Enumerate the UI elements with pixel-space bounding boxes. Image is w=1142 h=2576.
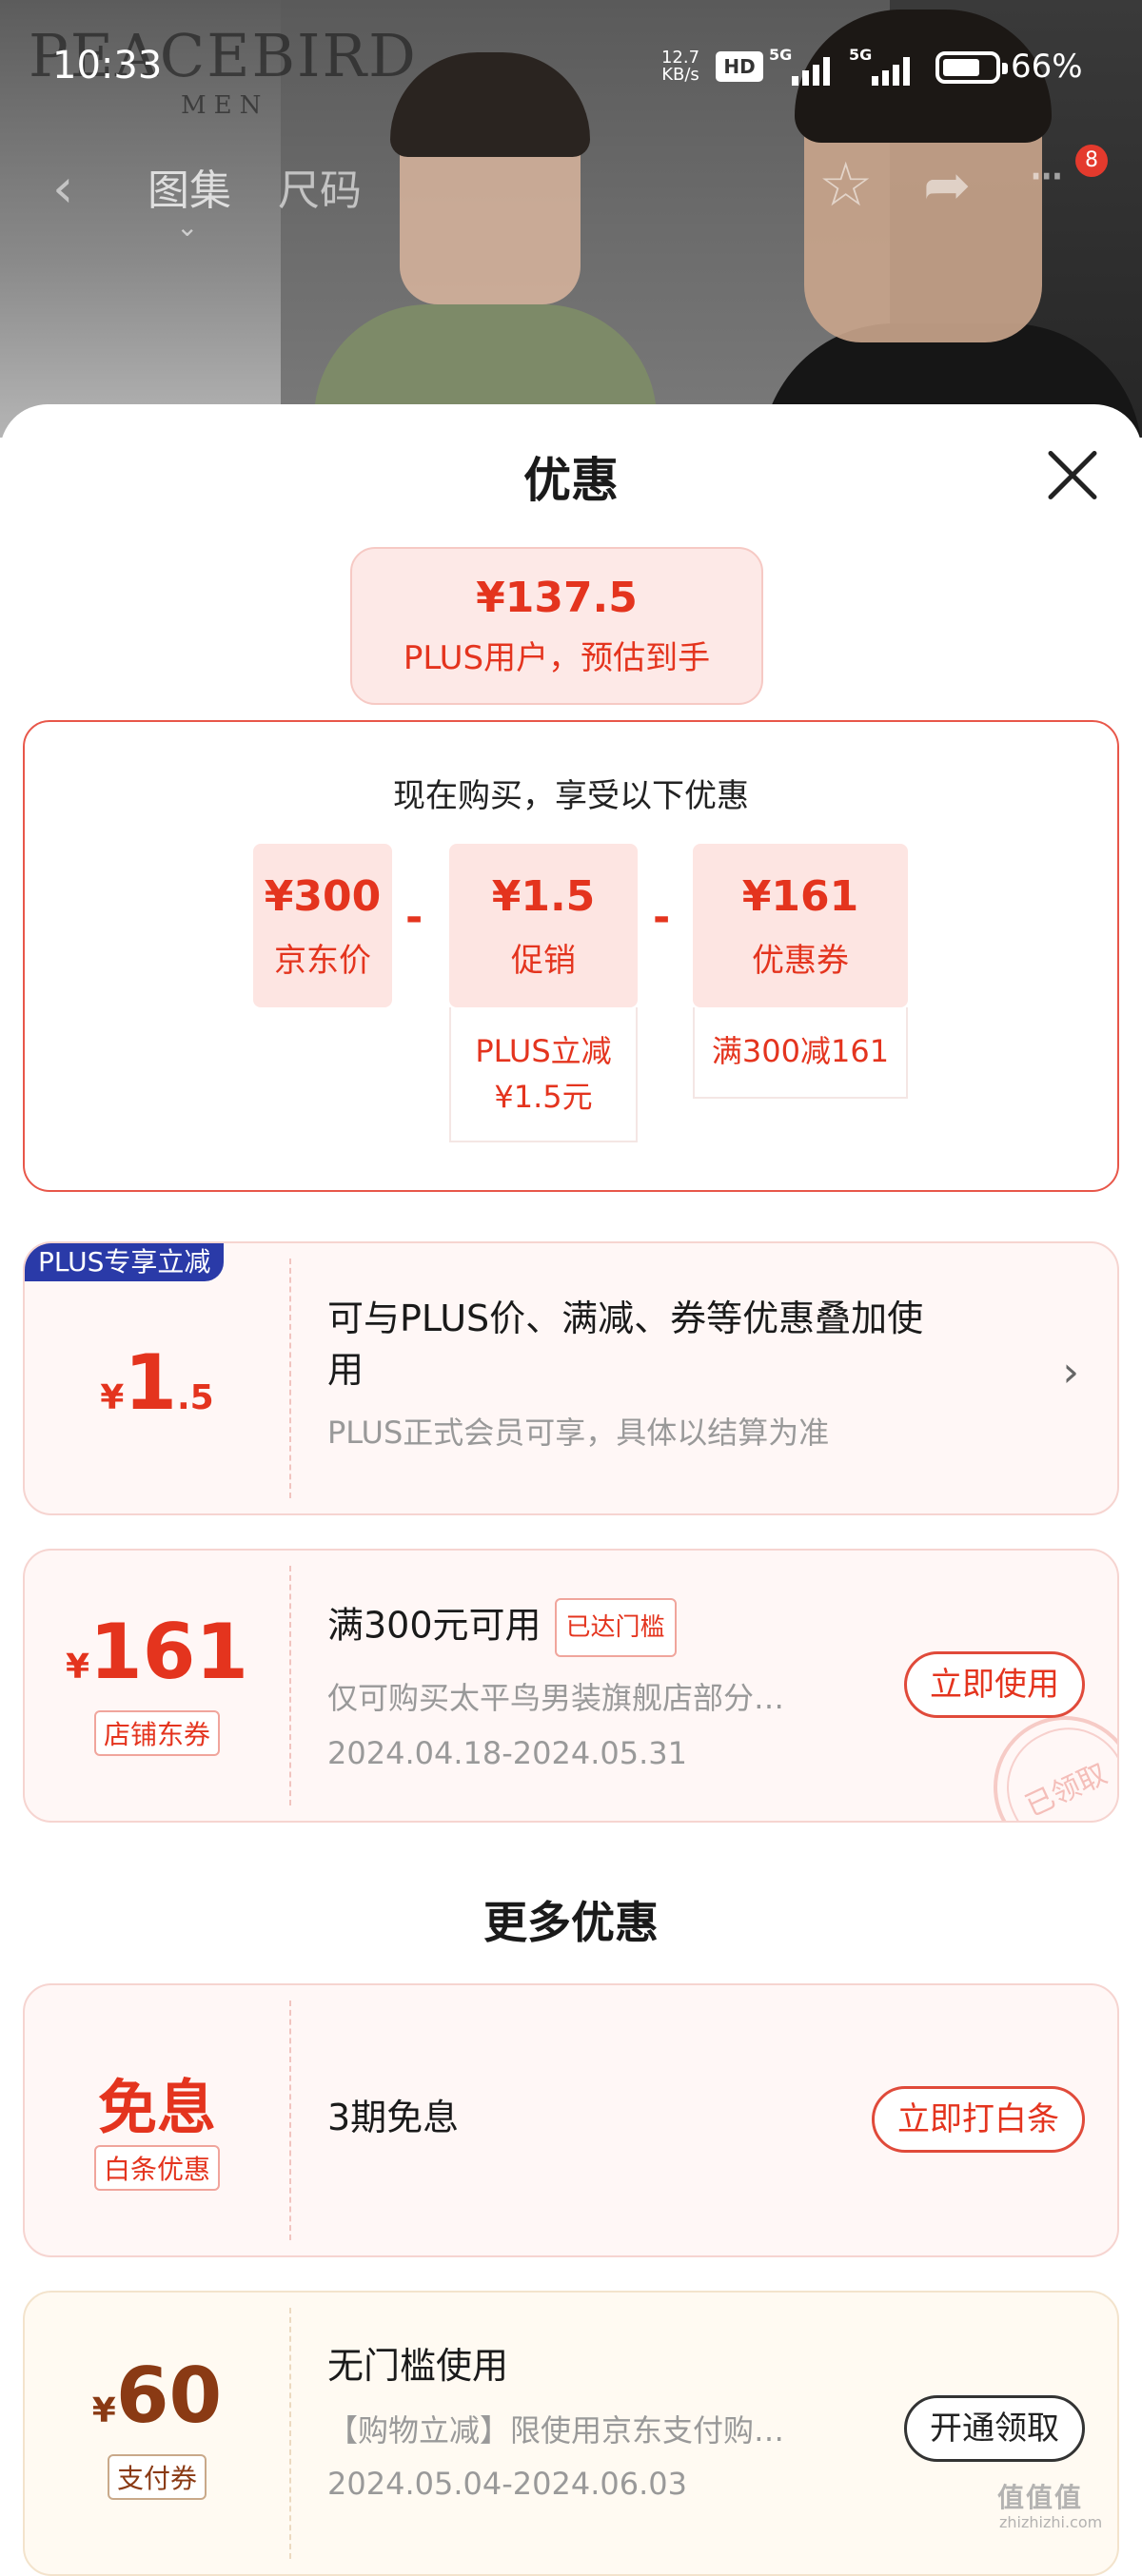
coupon-note: 满300减161	[693, 1007, 908, 1099]
shop-coupon-tag: 店铺东券	[25, 1710, 289, 1756]
plus-discount-amount: ¥1.5	[100, 1338, 214, 1427]
baitiao-card: 免息 白条优惠 3期免息 立即打白条	[23, 1983, 1119, 2257]
chevron-right-icon[interactable]: ›	[1062, 1348, 1079, 1396]
interest-free-label: 免息	[97, 2073, 216, 2142]
estimated-price-box: ¥137.5 PLUS用户，预估到手	[350, 547, 763, 705]
shop-coupon-card: ¥161 店铺东券 满300元可用 已达门槛 仅可购买太平鸟男装旗舰店部分… 20…	[23, 1549, 1119, 1823]
watermark-url: zhizhizhi.com	[999, 2513, 1103, 2531]
plus-discount-card[interactable]: PLUS专享立减 ¥1.5 可与PLUS价、满减、券等优惠叠加使用 PLUS正式…	[23, 1241, 1119, 1515]
notification-badge: 8	[1075, 145, 1108, 177]
shop-coupon-title: 满300元可用 已达门槛	[327, 1598, 898, 1657]
hd-voice-icon: HD	[716, 51, 763, 82]
payment-coupon-desc: 【购物立减】限使用京东支付购…	[327, 2412, 785, 2449]
breakdown-promotion: ¥1.5 促销	[449, 844, 638, 1007]
battery-percent: 66%	[1011, 48, 1083, 86]
threshold-reached-badge: 已达门槛	[554, 1598, 677, 1657]
discount-sheet: 优惠 ¥137.5 PLUS用户，预估到手 现在购买，享受以下优惠 ¥300 京…	[0, 404, 1142, 2576]
plus-exclusive-badge: PLUS专享立减	[25, 1243, 225, 1281]
battery-icon	[935, 51, 1008, 84]
shop-coupon-amount: ¥161	[65, 1608, 249, 1696]
breakdown-heading: 现在购买，享受以下优惠	[393, 777, 749, 815]
watermark: 值值值	[997, 2482, 1084, 2513]
minus-operator: -	[653, 893, 671, 942]
baitiao-title: 3期免息	[327, 2097, 460, 2138]
sheet-title: 优惠	[523, 453, 619, 508]
promotion-note: PLUS立减 ¥1.5元	[449, 1007, 638, 1142]
payment-coupon-card: ¥60 支付券 无门槛使用 【购物立减】限使用京东支付购… 2024.05.04…	[23, 2291, 1119, 2576]
estimated-price: ¥137.5	[476, 574, 638, 622]
use-baitiao-button[interactable]: 立即打白条	[872, 2086, 1085, 2153]
breakdown-jd-price: ¥300 京东价	[253, 844, 392, 1007]
shop-coupon-desc: 仅可购买太平鸟男装旗舰店部分…	[327, 1680, 785, 1716]
minus-operator: -	[405, 893, 423, 942]
back-icon[interactable]: ‹	[52, 158, 73, 220]
use-now-button[interactable]: 立即使用	[904, 1651, 1085, 1718]
baitiao-left: 免息 白条优惠	[25, 1985, 289, 2255]
shop-coupon-left: ¥161 店铺东券	[25, 1551, 289, 1821]
activate-claim-button[interactable]: 开通领取	[904, 2395, 1085, 2462]
tab-indicator-icon: ⌄	[176, 211, 199, 243]
tab-gallery[interactable]: 图集	[148, 156, 231, 217]
payment-coupon-title: 无门槛使用	[327, 2345, 509, 2387]
estimated-price-label: PLUS用户，预估到手	[403, 639, 711, 677]
breakdown-coupon: ¥161 优惠券	[693, 844, 908, 1007]
baitiao-tag: 白条优惠	[25, 2145, 289, 2191]
payment-coupon-amount: ¥60	[91, 2352, 223, 2440]
close-icon[interactable]	[1045, 448, 1098, 501]
payment-coupon-tag: 支付券	[25, 2454, 289, 2500]
share-icon[interactable]: ➦	[923, 152, 971, 219]
price-breakdown: 现在购买，享受以下优惠 ¥300 京东价 - ¥1.5 促销 PLUS立减 ¥1…	[23, 720, 1119, 1192]
plus-card-left: PLUS专享立减 ¥1.5	[25, 1243, 289, 1513]
shop-coupon-dates: 2024.04.18-2024.05.31	[327, 1735, 687, 1771]
plus-card-subtitle: PLUS正式会员可享，具体以结算为准	[327, 1415, 830, 1451]
favorite-star-icon[interactable]: ☆	[818, 150, 873, 221]
product-nav-bar: ‹ 图集 ⌄ 尺码 ☆ ➦ ··· 8	[0, 143, 1142, 243]
status-bar: 10:33 12.7 KB/s HD 5G 5G 66%	[52, 44, 1083, 88]
payment-coupon-dates: 2024.05.04-2024.06.03	[327, 2466, 687, 2502]
more-offers-title: 更多优惠	[483, 1897, 659, 1948]
tab-size[interactable]: 尺码	[278, 156, 362, 217]
more-icon[interactable]: ···	[1028, 146, 1065, 206]
status-time: 10:33	[52, 44, 163, 88]
network-speed: 12.7 KB/s	[660, 48, 700, 85]
payment-coupon-left: ¥60 支付券	[25, 2293, 289, 2574]
plus-card-title: 可与PLUS价、满减、券等优惠叠加使用	[327, 1298, 924, 1391]
